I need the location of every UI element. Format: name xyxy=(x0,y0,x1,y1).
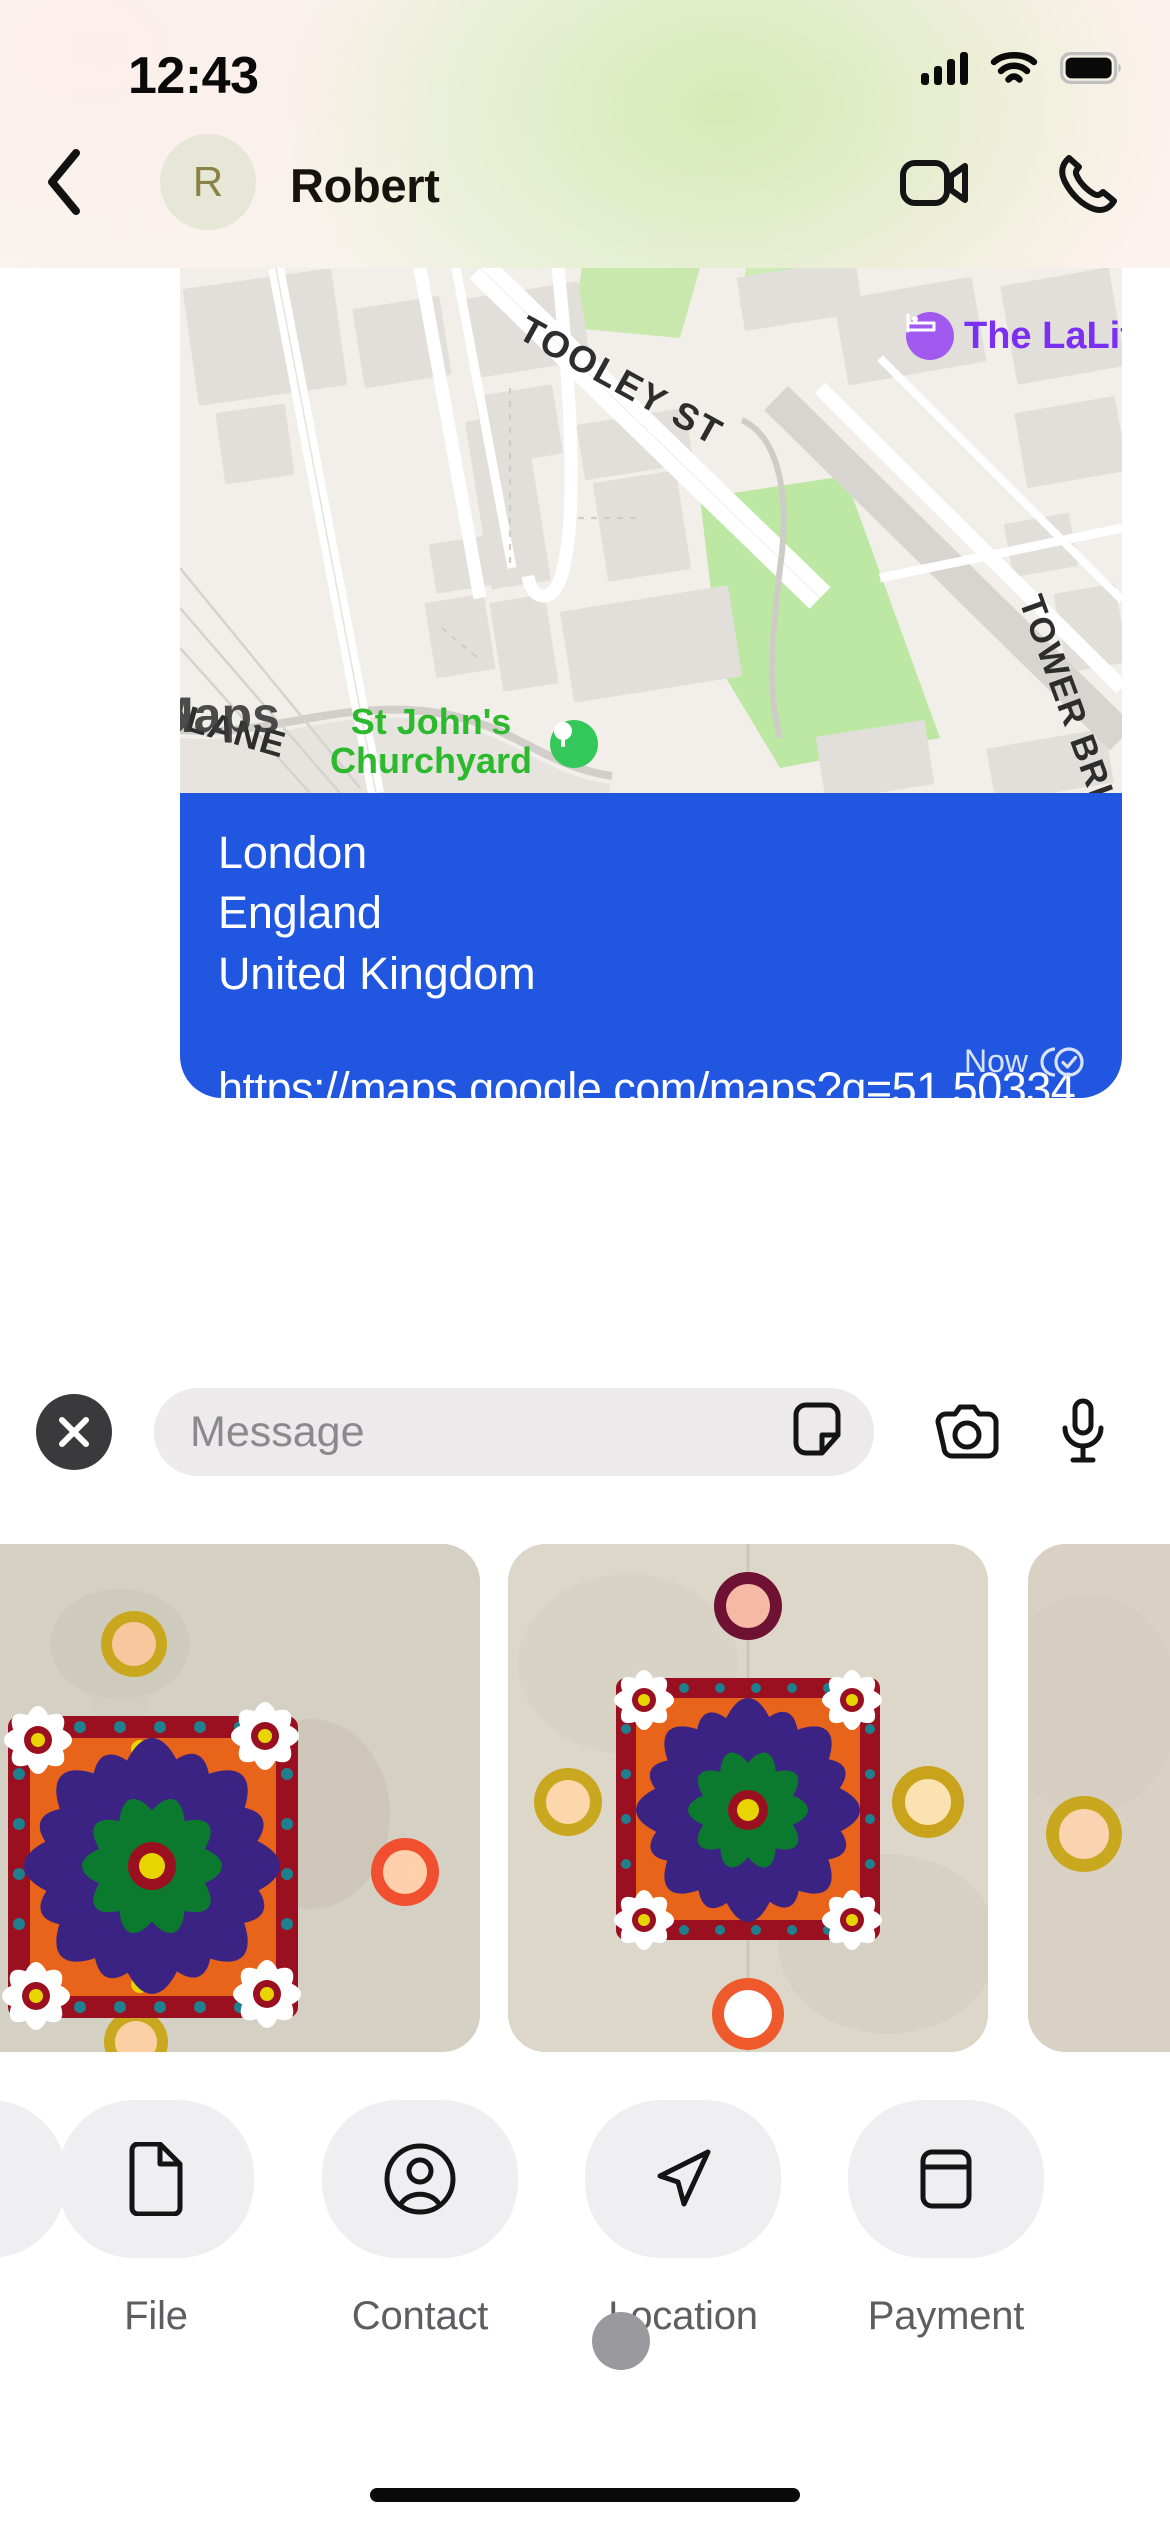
close-x-icon xyxy=(59,1417,89,1447)
message-timestamp: Now xyxy=(963,1043,1028,1079)
credit-card-icon xyxy=(920,2149,972,2209)
tray-pill-payment xyxy=(848,2100,1044,2258)
location-message-bubble[interactable]: TOOLEY ST TOWER BRIDGE X LANE The LaLit … xyxy=(180,268,1122,1173)
tray-pill-contact xyxy=(322,2100,518,2258)
battery-full-icon xyxy=(1060,52,1121,84)
touch-cursor-dot xyxy=(592,2312,650,2370)
hotel-bed-icon xyxy=(906,312,954,360)
phone-icon xyxy=(1059,155,1117,213)
photo-thumbnail-3[interactable] xyxy=(1028,1544,1170,2052)
home-indicator[interactable] xyxy=(370,2488,800,2502)
tray-label-contact: Contact xyxy=(351,2294,489,2338)
contact-name[interactable]: Robert xyxy=(290,158,440,213)
app-header: 12:43 R Robert xyxy=(0,0,1170,268)
message-thread: TOOLEY ST TOWER BRIDGE X LANE The LaLit … xyxy=(0,268,1170,1346)
back-button[interactable] xyxy=(22,140,106,224)
rangoli-photo-3 xyxy=(1028,1544,1170,2052)
status-bar-icons xyxy=(921,50,1122,86)
tray-pill-file xyxy=(58,2100,254,2258)
map-poi-park[interactable]: St John's Churchyard xyxy=(330,701,533,781)
address-line-1: London xyxy=(218,827,367,878)
tray-label-payment: Payment xyxy=(867,2294,1025,2338)
apple-maps-watermark: Maps xyxy=(180,686,280,744)
map-poi-hotel-label: The LaLit xyxy=(964,314,1122,357)
status-bar: 12:43 xyxy=(0,0,1170,105)
message-input[interactable]: Message xyxy=(154,1388,874,1476)
map-poi-park-line1: St John's xyxy=(350,701,512,742)
cellular-signal-icon xyxy=(921,51,968,85)
chevron-left-icon xyxy=(48,149,80,215)
video-call-button[interactable] xyxy=(896,144,974,222)
rangoli-photo-1 xyxy=(0,1544,480,2052)
video-camera-icon xyxy=(900,160,968,206)
address-line-2: England xyxy=(218,887,382,939)
tray-partial-pill[interactable] xyxy=(0,2100,66,2258)
microphone-button[interactable] xyxy=(1044,1392,1122,1470)
tray-pill-location xyxy=(585,2100,781,2258)
map-preview[interactable]: TOOLEY ST TOWER BRIDGE X LANE The LaLit … xyxy=(180,268,1122,793)
navigation-arrow-icon xyxy=(657,2149,711,2207)
message-meta: Now xyxy=(964,1043,1086,1080)
photo-picker-strip[interactable] xyxy=(0,1518,1170,2076)
message-bubble-body[interactable]: London England United Kingdom https://ma… xyxy=(180,793,1122,1173)
tray-item-location[interactable]: Location xyxy=(585,2100,781,2339)
message-composer: Message xyxy=(0,1346,1170,1518)
sticker-icon[interactable] xyxy=(788,1401,846,1463)
delivered-check-icon xyxy=(1040,1046,1084,1077)
avatar-initial: R xyxy=(192,158,224,205)
tray-item-payment[interactable]: Payment xyxy=(848,2100,1044,2339)
photo-thumbnail-2[interactable] xyxy=(508,1544,988,2052)
park-tree-icon xyxy=(550,720,598,768)
rangoli-photo-2 xyxy=(508,1544,988,2052)
tray-label-file: File xyxy=(124,2294,188,2338)
microphone-icon xyxy=(1062,1398,1104,1463)
header-actions xyxy=(896,144,1126,222)
camera-button[interactable] xyxy=(928,1394,1006,1472)
tray-item-file[interactable]: File xyxy=(58,2100,254,2339)
wifi-icon xyxy=(990,52,1038,83)
camera-icon xyxy=(935,1404,999,1459)
conversation-navbar: R Robert xyxy=(0,96,1170,268)
map-poi-park-line2: Churchyard xyxy=(330,739,533,781)
address-line-3: United Kingdom xyxy=(218,947,536,999)
close-attachment-panel-button[interactable] xyxy=(36,1394,112,1470)
tray-item-contact[interactable]: Contact xyxy=(322,2100,518,2339)
voice-call-button[interactable] xyxy=(1048,144,1126,222)
photo-thumbnail-1[interactable] xyxy=(0,1544,480,2052)
person-circle-icon xyxy=(384,2143,456,2215)
map-poi-hotel[interactable]: The LaLit xyxy=(906,312,1122,360)
document-icon xyxy=(129,2142,183,2216)
message-input-placeholder: Message xyxy=(190,1407,365,1456)
attachment-tray: File Contact Location Payment xyxy=(0,2076,1170,2448)
apple-logo-icon xyxy=(180,699,188,732)
avatar[interactable]: R xyxy=(160,134,256,230)
